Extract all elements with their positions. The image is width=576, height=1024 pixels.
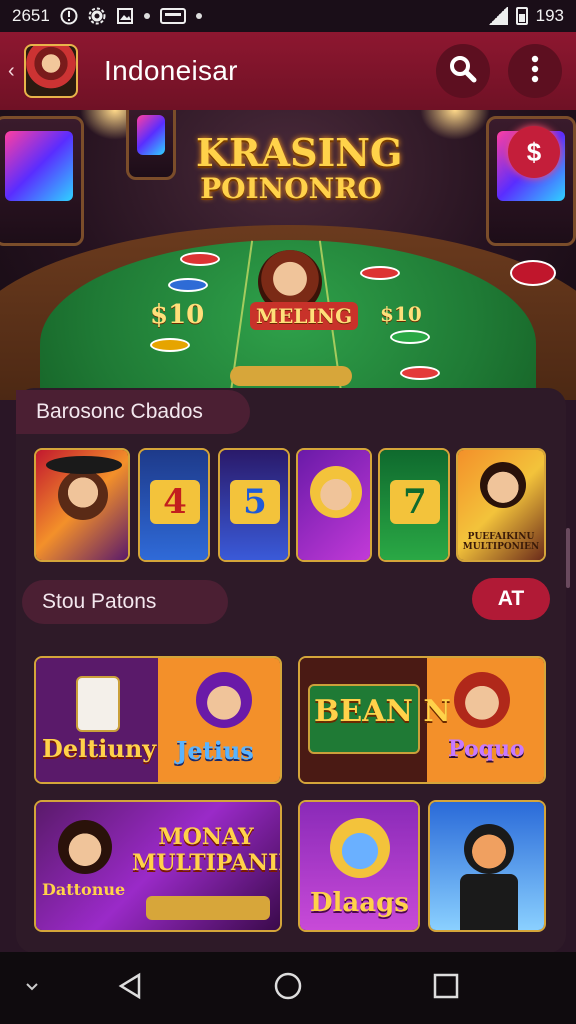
settings-icon: [88, 7, 106, 25]
message-icon: [159, 7, 186, 25]
tile-title: MONAY MULTIPANIR: [132, 824, 282, 876]
hero-title: KRASING POINONRO: [196, 130, 403, 205]
back-chevron-icon[interactable]: ‹: [8, 60, 22, 83]
tile-plaque: [146, 896, 270, 920]
hero-title-line1: KRASING: [196, 130, 403, 175]
tile-title: Deltiuny: [42, 734, 157, 763]
slot-machine-illustration: [126, 110, 176, 180]
app-title: Indoneisar: [104, 55, 238, 86]
system-navigation-bar: [0, 952, 576, 1024]
status-time: 2651: [12, 6, 50, 25]
status-bar: 2651 193: [0, 0, 576, 32]
search-icon: [448, 54, 478, 89]
game-tile-dollumy[interactable]: Deltiuny Jetius: [34, 656, 282, 784]
nav-home-button[interactable]: [258, 952, 318, 1024]
game-tile-beann[interactable]: BEAN N Poquo: [298, 656, 546, 784]
chip: [360, 266, 400, 280]
notification-dot-icon: [195, 13, 202, 19]
hero-badge[interactable]: $: [508, 126, 560, 178]
all-filter-button[interactable]: AT: [472, 578, 550, 620]
scrollbar[interactable]: [566, 528, 570, 588]
slot-number: 7: [390, 480, 440, 524]
tile-title: BEAN N: [314, 694, 451, 729]
search-button[interactable]: [436, 44, 490, 98]
ceiling-lamp: [420, 110, 490, 140]
nav-back-button[interactable]: [100, 952, 160, 1024]
game-tile-monay[interactable]: MONAY MULTIPANIR Dattonue: [34, 800, 282, 932]
battery-level: 193: [535, 6, 564, 25]
hero-banner[interactable]: KRASING POINONRO $ $10 MELING $10: [0, 110, 576, 400]
nav-dropdown-button[interactable]: [14, 952, 50, 1024]
nav-back-icon: [117, 972, 143, 1005]
felt-label-left: $10: [150, 300, 205, 330]
chip: [168, 278, 208, 292]
slot-machine-illustration: [0, 116, 84, 246]
slot-number: 4: [150, 480, 200, 524]
more-options-button[interactable]: [508, 44, 562, 98]
chip: [510, 260, 556, 286]
game-tile-blonde-woman[interactable]: [296, 448, 372, 562]
signal-icon: [487, 7, 508, 25]
felt-label-right: $10: [380, 302, 422, 326]
hero-title-line2: POINONRO: [200, 172, 382, 205]
app-bar: ‹ Indoneisar: [0, 32, 576, 110]
more-vert-icon: [530, 54, 540, 89]
tile-title: Poquo: [448, 736, 525, 762]
tile-title: Dlaags: [310, 888, 409, 918]
slot-number: 5: [230, 480, 280, 524]
nav-home-icon: [273, 971, 303, 1006]
tile-caption: PUEFAIKINU MULTIPONIEN: [462, 532, 540, 552]
alert-icon: [60, 7, 78, 25]
chip: [150, 338, 190, 352]
nav-recents-icon: [433, 973, 459, 1004]
tile-title: Dattonue: [42, 880, 126, 899]
section-heading-popular: Barosonc Cbados: [16, 390, 250, 434]
felt-label-center: MELING: [250, 302, 359, 330]
chip: [180, 252, 220, 266]
game-tile-slot-5[interactable]: 5: [218, 448, 290, 562]
game-tile-gentleman[interactable]: [428, 800, 546, 932]
game-tile-slot-4[interactable]: 4: [138, 448, 210, 562]
battery-icon: [515, 7, 528, 25]
game-tile-slot-7[interactable]: 7: [378, 448, 450, 562]
felt-plaque: [230, 366, 352, 386]
nav-recents-button[interactable]: [416, 952, 476, 1024]
chip: [390, 330, 430, 344]
section-heading-text: Barosonc Cbados: [36, 400, 203, 423]
notification-dot-icon: [143, 13, 150, 19]
image-icon: [116, 7, 134, 25]
app-logo[interactable]: [24, 44, 78, 98]
chevron-down-icon: [25, 979, 39, 997]
game-tile-multiplier-woman[interactable]: PUEFAIKINU MULTIPONIEN: [456, 448, 546, 562]
section-heading-text: Stou Patons: [42, 590, 157, 613]
section-heading-top-games: Stou Patons: [22, 580, 228, 624]
game-tile-dlaags[interactable]: Dlaags: [298, 800, 420, 932]
tile-title: Jetius: [176, 736, 254, 765]
game-tile-hat-woman[interactable]: [34, 448, 130, 562]
chip: [400, 366, 440, 380]
